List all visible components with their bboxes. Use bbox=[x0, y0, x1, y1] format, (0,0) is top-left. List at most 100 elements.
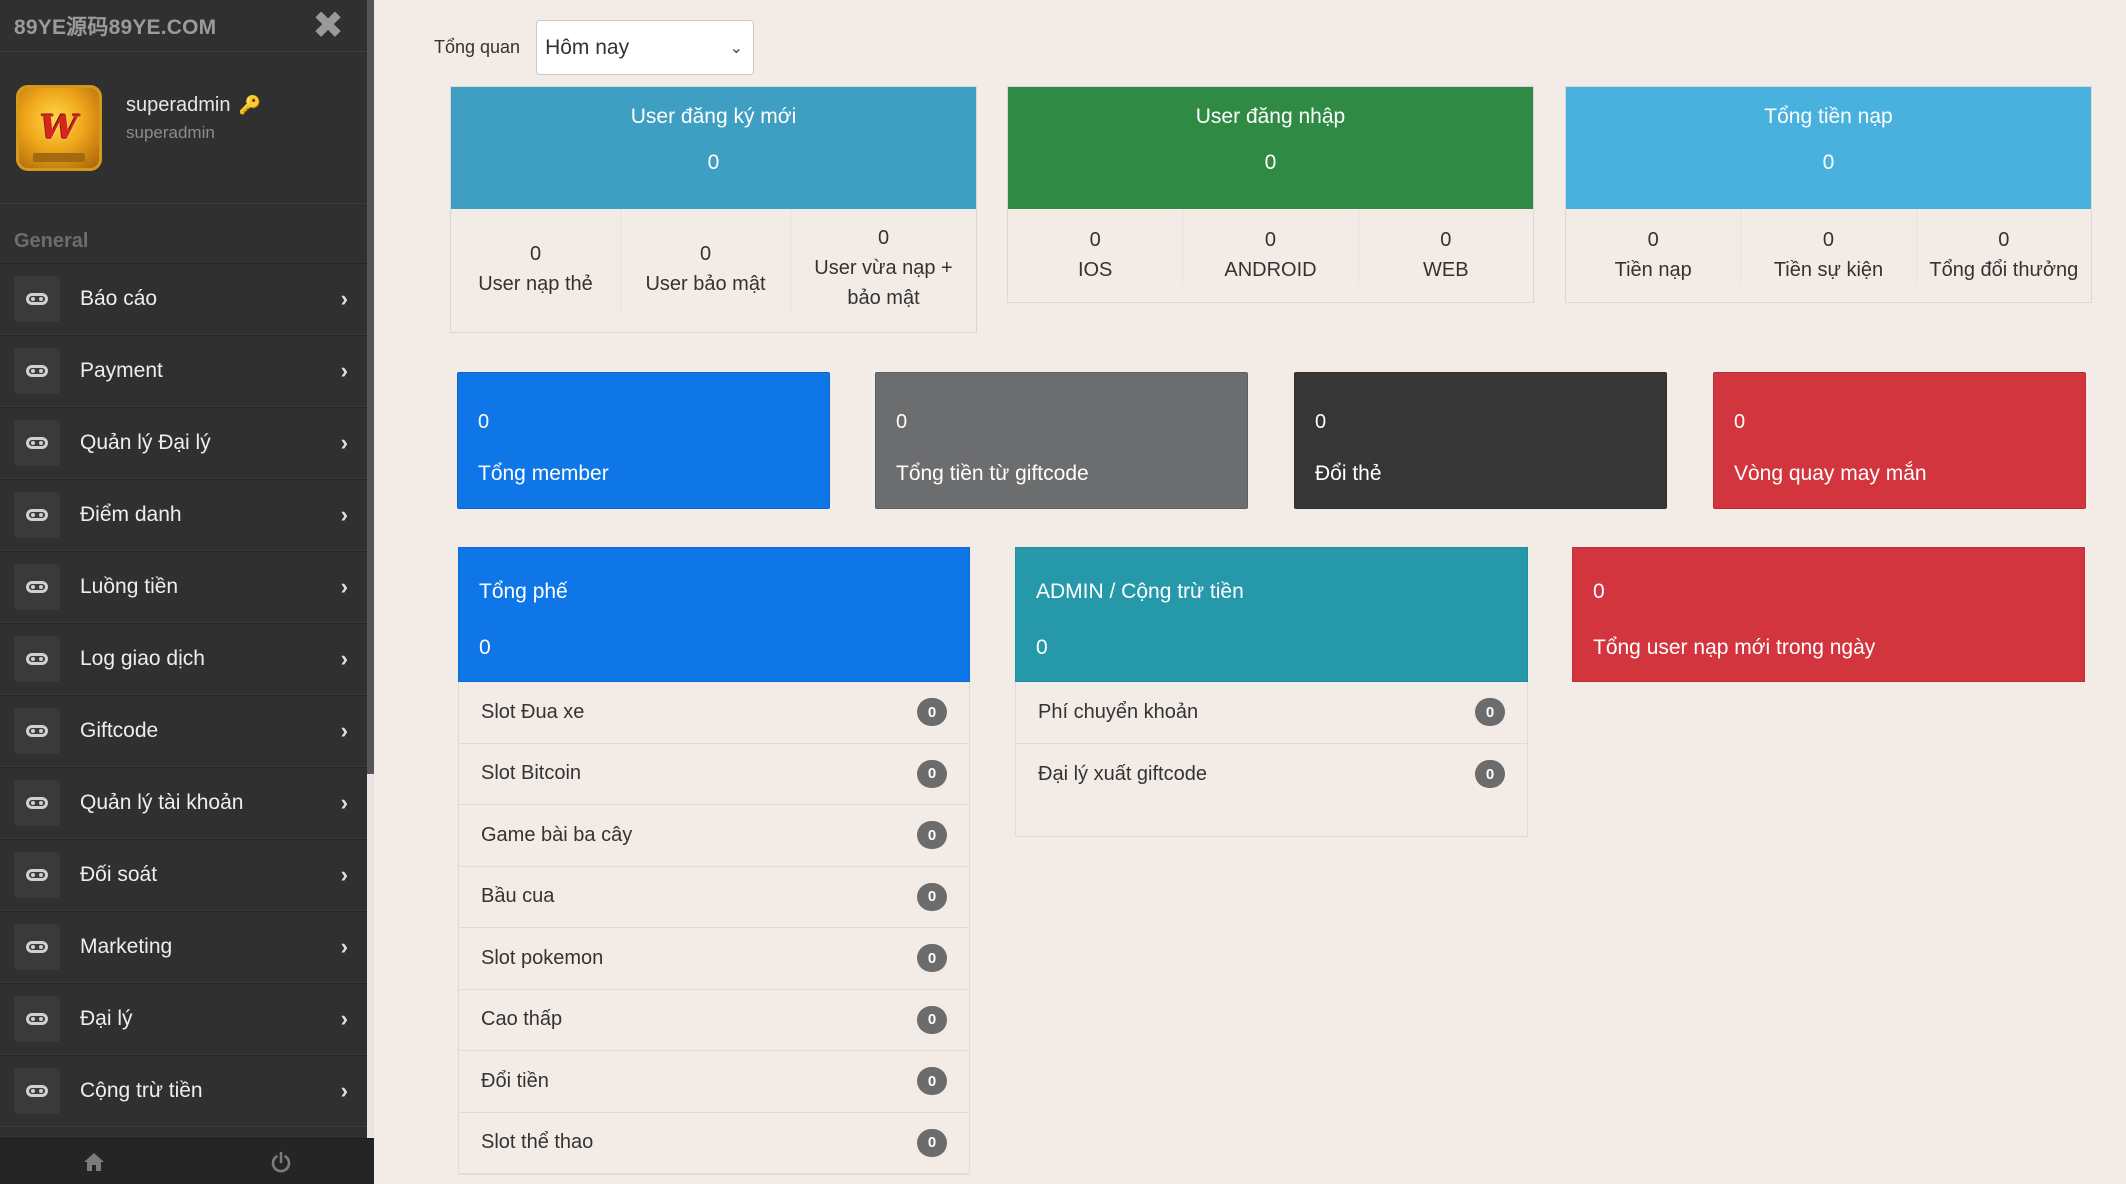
tile-giftcode-total[interactable]: 0 Tổng tiền từ giftcode bbox=[875, 372, 1248, 509]
stat-sub-label: User vừa nạp + bảo mật bbox=[814, 257, 953, 309]
stat-title: User đăng ký mới bbox=[630, 105, 797, 128]
sidebar-item-doi-soat[interactable]: Đối soát › bbox=[0, 839, 374, 911]
sidebar-scrollbar[interactable] bbox=[367, 0, 374, 1184]
gamepad-icon bbox=[14, 708, 60, 754]
chevron-right-icon: › bbox=[340, 790, 348, 815]
sidebar-item-quan-ly-tai-khoan[interactable]: Quản lý tài khoản › bbox=[0, 767, 374, 839]
chevron-right-icon: › bbox=[340, 430, 348, 455]
panel-value: 0 bbox=[479, 636, 491, 659]
stat-sub-value: 0 bbox=[1647, 229, 1659, 251]
list-item: Đại lý xuất giftcode 0 bbox=[1016, 744, 1527, 806]
gamepad-icon bbox=[14, 492, 60, 538]
gamepad-icon bbox=[14, 852, 60, 898]
gamepad-icon bbox=[14, 996, 60, 1042]
panel-title: ADMIN / Cộng trừ tiền bbox=[1036, 580, 1244, 603]
tile-lucky-wheel[interactable]: 0 Vòng quay may mắn bbox=[1713, 372, 2086, 509]
count-badge: 0 bbox=[917, 944, 947, 973]
list-item: Game bài ba cây 0 bbox=[459, 805, 969, 867]
count-badge: 0 bbox=[917, 1005, 947, 1034]
sidebar: 89YE源码89YE.COM ✖ W superadmin 🔑 superadm… bbox=[0, 0, 374, 1184]
stat-sub-value: 0 bbox=[1089, 229, 1101, 251]
sidebar-item-log-giao-dich[interactable]: Log giao dịch › bbox=[0, 623, 374, 695]
sidebar-item-dai-ly[interactable]: Đại lý › bbox=[0, 983, 374, 1055]
sidebar-header: 89YE源码89YE.COM ✖ bbox=[0, 0, 374, 52]
sidebar-item-marketing[interactable]: Marketing › bbox=[0, 911, 374, 983]
panel-title: Tổng phế bbox=[479, 580, 568, 603]
sidebar-item-cong-tru-tien[interactable]: Cộng trừ tiền › bbox=[0, 1055, 374, 1127]
sidebar-item-label: Đối soát bbox=[80, 863, 158, 886]
list-item: Slot thể thao 0 bbox=[459, 1113, 969, 1174]
stat-sub-value: 0 bbox=[529, 243, 542, 265]
stat-sub-value: 0 bbox=[1440, 229, 1452, 251]
gamepad-icon bbox=[14, 636, 60, 682]
avatar: W bbox=[16, 84, 102, 171]
gamepad-icon bbox=[14, 1068, 60, 1114]
home-icon[interactable] bbox=[0, 1139, 187, 1184]
sidebar-item-giftcode[interactable]: Giftcode › bbox=[0, 695, 374, 767]
menu-section-title: General bbox=[14, 230, 89, 252]
count-badge: 0 bbox=[917, 1067, 947, 1096]
gamepad-icon bbox=[14, 348, 60, 394]
sidebar-item-bao-cao[interactable]: Báo cáo › bbox=[0, 263, 374, 335]
sidebar-footer bbox=[0, 1138, 374, 1184]
sidebar-item-quan-ly-dai-ly[interactable]: Quản lý Đại lý › bbox=[0, 407, 374, 479]
tile-label: Tổng member bbox=[478, 462, 609, 485]
sidebar-item-diem-danh[interactable]: Điểm danh › bbox=[0, 479, 374, 551]
stat-value: 0 bbox=[1822, 151, 1835, 174]
tile-value: 0 bbox=[478, 411, 490, 433]
stat-header: User đăng ký mới 0 bbox=[451, 87, 976, 209]
gamepad-icon bbox=[14, 420, 60, 466]
stat-header: User đăng nhập 0 bbox=[1008, 87, 1533, 209]
list-item: Slot pokemon 0 bbox=[459, 928, 969, 990]
close-icon[interactable]: ✖ bbox=[312, 7, 344, 45]
sidebar-item-luong-tien[interactable]: Luồng tiền › bbox=[0, 551, 374, 623]
count-badge: 0 bbox=[917, 882, 947, 911]
profile-role: superadmin bbox=[126, 123, 215, 142]
gamepad-icon bbox=[14, 924, 60, 970]
chevron-right-icon: › bbox=[340, 1006, 348, 1031]
chevron-right-icon: › bbox=[340, 502, 348, 527]
brand-logo-text[interactable]: 89YE源码89YE.COM bbox=[14, 11, 216, 41]
panel-value: 0 bbox=[1593, 580, 1605, 603]
stat-value: 0 bbox=[1264, 151, 1277, 174]
stat-sub-label: User nạp thẻ bbox=[478, 273, 593, 295]
stat-sub-label: Tổng đổi thưởng bbox=[1929, 259, 2079, 281]
key-icon: 🔑 bbox=[238, 95, 261, 115]
sidebar-item-payment[interactable]: Payment › bbox=[0, 335, 374, 407]
panel-header: ADMIN / Cộng trừ tiền 0 bbox=[1015, 547, 1528, 682]
sidebar-item-label: Đại lý bbox=[80, 1007, 133, 1030]
stat-sub-label: User bảo mật bbox=[645, 273, 766, 295]
sidebar-item-label: Quản lý tài khoản bbox=[80, 791, 244, 814]
count-badge: 0 bbox=[917, 698, 947, 727]
panel-total-fee: Tổng phế 0 Slot Đua xe 0 Slot Bitcoin 0 Ga… bbox=[458, 547, 970, 1175]
sidebar-item-label: Điểm danh bbox=[80, 503, 182, 526]
period-select[interactable]: Hôm nay ⌄ bbox=[536, 20, 755, 75]
count-badge: 0 bbox=[917, 759, 947, 788]
count-badge: 0 bbox=[917, 821, 947, 850]
main-content: Tổng quan Hôm nay ⌄ User đăng ký mới 0 0… bbox=[374, 0, 2126, 1184]
list-item-label: Slot Đua xe bbox=[481, 700, 585, 723]
panel-title: Tổng user nạp mới trong ngày bbox=[1593, 636, 1876, 659]
stat-title: Tổng tiền nạp bbox=[1764, 105, 1893, 128]
profile-name: superadmin bbox=[126, 94, 231, 116]
gamepad-icon bbox=[14, 276, 60, 322]
stat-box-logins: User đăng nhập 0 0 IOS 0 ANDROID 0 WEB bbox=[1007, 86, 1534, 303]
scrollbar-thumb[interactable] bbox=[367, 0, 374, 774]
panel-new-depositors: 0 Tổng user nạp mới trong ngày bbox=[1572, 547, 2085, 682]
list-item: Bầu cua 0 bbox=[459, 867, 969, 928]
tile-value: 0 bbox=[1315, 411, 1327, 433]
chevron-right-icon: › bbox=[340, 358, 348, 383]
chevron-right-icon: › bbox=[340, 1078, 348, 1103]
tile-label: Đổi thẻ bbox=[1315, 462, 1382, 485]
tile-card-exchange[interactable]: 0 Đổi thẻ bbox=[1294, 372, 1667, 509]
tile-total-members[interactable]: 0 Tổng member bbox=[457, 372, 830, 509]
list-item-label: Đổi tiền bbox=[481, 1069, 549, 1092]
profile-panel: W superadmin 🔑 superadmin bbox=[0, 52, 374, 204]
fee-list: Slot Đua xe 0 Slot Bitcoin 0 Game bài ba c… bbox=[458, 682, 970, 1175]
power-icon[interactable] bbox=[187, 1139, 374, 1184]
gamepad-icon bbox=[14, 780, 60, 826]
panel-header: Tổng phế 0 bbox=[458, 547, 970, 682]
stat-value: 0 bbox=[707, 151, 720, 174]
stat-sub-value: 0 bbox=[1822, 229, 1835, 251]
count-badge: 0 bbox=[917, 1128, 947, 1157]
